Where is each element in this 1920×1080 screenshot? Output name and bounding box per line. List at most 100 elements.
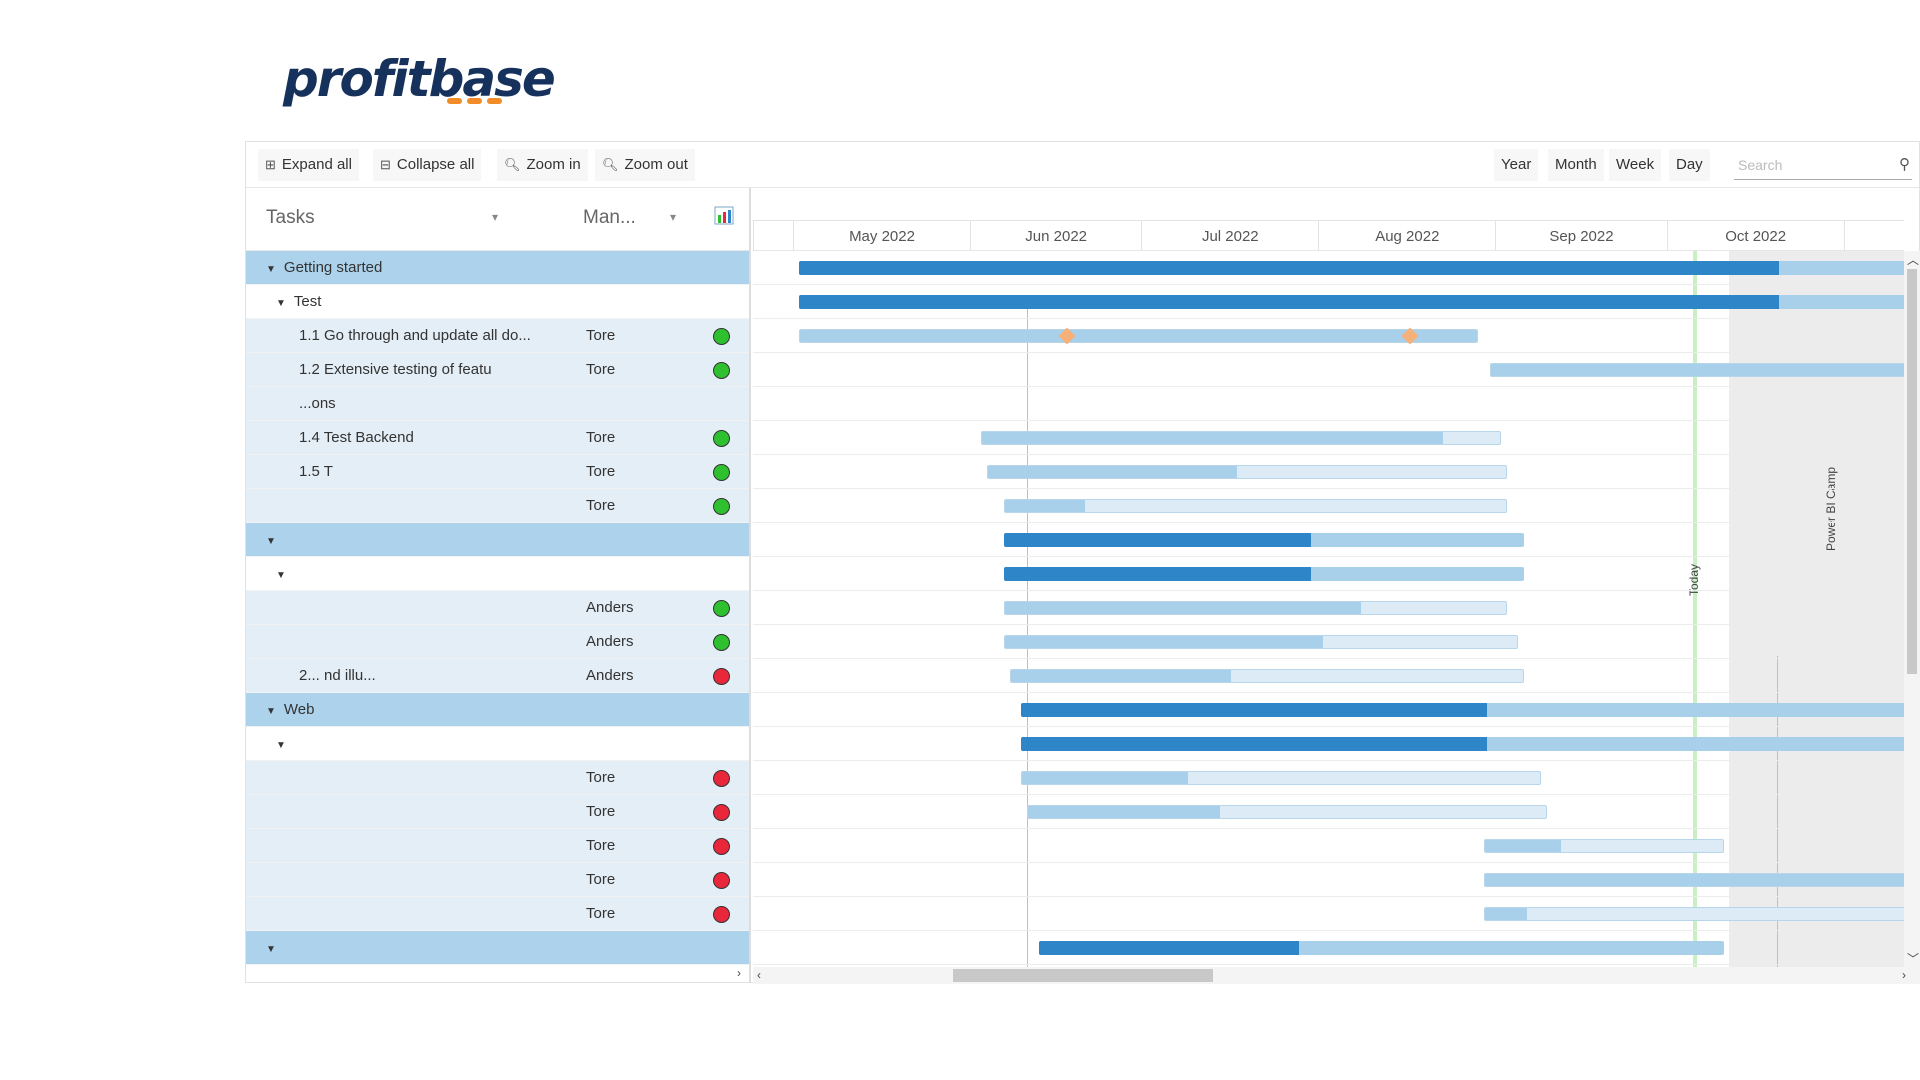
- scroll-left-icon[interactable]: ‹: [757, 968, 761, 982]
- month-view-button[interactable]: Month: [1548, 149, 1604, 181]
- status-indicator-green: [713, 362, 730, 379]
- task-bar[interactable]: [1021, 737, 1904, 751]
- status-chart-icon[interactable]: [714, 206, 736, 231]
- task-bar[interactable]: [1038, 941, 1724, 955]
- vertical-scrollbar[interactable]: ︿ ﹀: [1904, 251, 1920, 967]
- scroll-right-icon[interactable]: ›: [1902, 968, 1906, 982]
- manager-column-header[interactable]: Man...: [583, 207, 636, 229]
- collapse-caret-icon[interactable]: ▼: [276, 298, 286, 309]
- task-bar[interactable]: [1004, 567, 1524, 581]
- collapse-caret-icon[interactable]: ▼: [266, 264, 276, 275]
- status-indicator-green: [713, 634, 730, 651]
- task-manager: Tore: [586, 837, 616, 854]
- task-row[interactable]: 2... nd illu... Anders: [246, 659, 749, 693]
- task-progress: [1022, 772, 1189, 784]
- search-icon[interactable]: ⚲: [1899, 150, 1910, 180]
- task-bar[interactable]: [1027, 805, 1547, 819]
- week-view-button[interactable]: Week: [1609, 149, 1662, 181]
- task-manager: Tore: [586, 327, 616, 344]
- collapse-caret-icon[interactable]: ▼: [266, 536, 276, 547]
- task-bar[interactable]: [1489, 363, 1904, 377]
- task-row[interactable]: ▼: [246, 931, 749, 965]
- scroll-down-icon[interactable]: ﹀: [1907, 950, 1919, 967]
- expand-all-button[interactable]: ⊞ Expand all: [258, 149, 359, 181]
- task-bar[interactable]: [798, 261, 1904, 275]
- search-input[interactable]: Search ⚲: [1734, 150, 1912, 180]
- status-indicator-red: [713, 804, 730, 821]
- task-bar[interactable]: [987, 465, 1507, 479]
- task-bar[interactable]: [1021, 771, 1541, 785]
- day-view-button[interactable]: Day: [1669, 149, 1710, 181]
- zoom-in-label: Zoom in: [526, 156, 581, 173]
- task-progress: [1005, 602, 1361, 614]
- vertical-scroll-thumb[interactable]: [1907, 269, 1917, 674]
- zoom-in-button[interactable]: 🔍︎ Zoom in: [497, 149, 588, 181]
- horizontal-scrollbar[interactable]: ‹ ›: [753, 967, 1920, 984]
- manager-filter-icon[interactable]: ▾: [670, 210, 676, 224]
- task-row[interactable]: Tore: [246, 897, 749, 931]
- task-name: ▼: [266, 523, 526, 559]
- task-bar[interactable]: [798, 329, 1479, 343]
- task-row[interactable]: ▼: [246, 523, 749, 557]
- task-row[interactable]: ▼: [246, 557, 749, 591]
- task-name-text: Getting started: [283, 259, 383, 276]
- task-bar[interactable]: [1483, 839, 1724, 853]
- collapse-caret-icon[interactable]: ▼: [276, 740, 286, 751]
- collapse-all-button[interactable]: ⊟ Collapse all: [373, 149, 482, 181]
- zoom-out-button[interactable]: 🔍︎ Zoom out: [595, 149, 695, 181]
- task-row[interactable]: ▼ Web: [246, 693, 749, 727]
- task-progress: [1038, 941, 1299, 955]
- task-progress: [1004, 533, 1311, 547]
- task-row[interactable]: 1.2 Extensive testing of featu Tore: [246, 353, 749, 387]
- task-row[interactable]: ▼ Test: [246, 285, 749, 319]
- task-manager: Tore: [586, 497, 616, 514]
- expand-all-label: Expand all: [281, 156, 352, 173]
- task-name: ▼: [266, 931, 526, 967]
- zoom-in-icon: 🔍︎: [504, 157, 521, 172]
- task-row[interactable]: Tore: [246, 829, 749, 863]
- task-row[interactable]: 1.4 Test Backend Tore: [246, 421, 749, 455]
- task-row[interactable]: ...ons: [246, 387, 749, 421]
- task-row[interactable]: Tore: [246, 761, 749, 795]
- task-row[interactable]: ▼ Getting started: [246, 251, 749, 285]
- grid-scroll-right-icon[interactable]: ›: [737, 966, 741, 980]
- year-view-button[interactable]: Year: [1494, 149, 1539, 181]
- search-placeholder: Search: [1738, 157, 1783, 173]
- task-progress: [982, 432, 1444, 444]
- task-bar[interactable]: [1483, 907, 1904, 921]
- task-row[interactable]: Anders: [246, 591, 749, 625]
- tasks-filter-icon[interactable]: ▾: [492, 210, 498, 224]
- task-name-text: 1.4 Test Backend: [299, 429, 414, 446]
- task-bar[interactable]: [1004, 499, 1507, 513]
- task-row[interactable]: ▼: [246, 727, 749, 761]
- task-row[interactable]: Tore: [246, 795, 749, 829]
- task-name: ▼ Web: [266, 693, 526, 729]
- task-bar[interactable]: [1004, 533, 1524, 547]
- task-row[interactable]: Tore: [246, 863, 749, 897]
- task-row[interactable]: 1.1 Go through and update all do... Tore: [246, 319, 749, 353]
- task-bar[interactable]: [798, 295, 1904, 309]
- collapse-all-label: Collapse all: [396, 156, 475, 173]
- task-bar[interactable]: [1004, 601, 1507, 615]
- task-bar[interactable]: [1483, 873, 1904, 887]
- task-name-text: 1.5 T: [299, 463, 333, 480]
- collapse-caret-icon[interactable]: ▼: [266, 706, 276, 717]
- task-bar[interactable]: [1004, 635, 1519, 649]
- task-progress: [988, 466, 1237, 478]
- tasks-column-header[interactable]: Tasks: [266, 207, 315, 229]
- task-row[interactable]: Tore: [246, 489, 749, 523]
- task-progress: [1005, 500, 1086, 512]
- task-row[interactable]: 1.5 T Tore: [246, 455, 749, 489]
- task-bar[interactable]: [1009, 669, 1524, 683]
- collapse-caret-icon[interactable]: ▼: [266, 944, 276, 955]
- month-header: Oct 2022: [1666, 220, 1844, 251]
- task-bar[interactable]: [1021, 703, 1904, 717]
- task-name-text: 1.1 Go through and update all do...: [299, 327, 531, 344]
- collapse-caret-icon[interactable]: ▼: [276, 570, 286, 581]
- task-progress: [798, 261, 1780, 275]
- horizontal-scroll-thumb[interactable]: [953, 969, 1213, 982]
- task-bar[interactable]: [981, 431, 1502, 445]
- month-header: May 2022: [793, 220, 970, 251]
- scroll-up-icon[interactable]: ︿: [1907, 251, 1919, 268]
- task-row[interactable]: Anders: [246, 625, 749, 659]
